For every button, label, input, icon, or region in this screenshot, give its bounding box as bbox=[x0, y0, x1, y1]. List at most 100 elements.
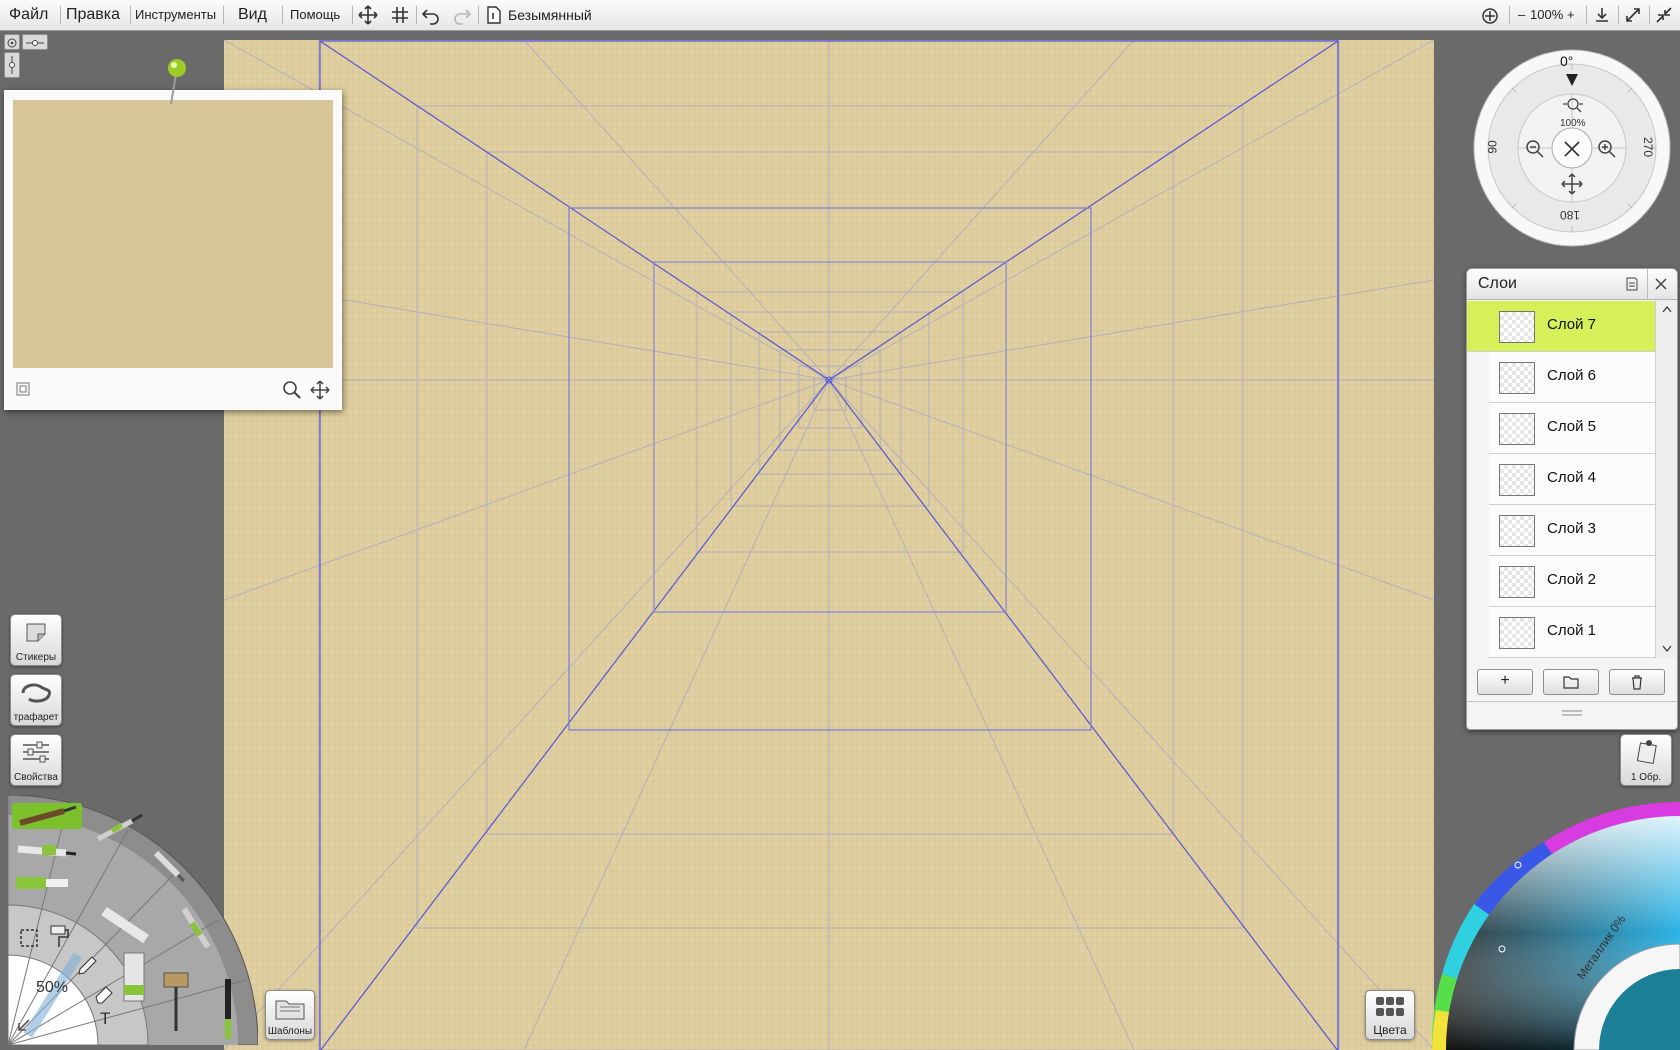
navigator-thumbnail[interactable] bbox=[13, 100, 333, 368]
menu-separator bbox=[1586, 6, 1587, 24]
vertical-slider-toggle[interactable] bbox=[4, 52, 20, 78]
resize-handle-icon[interactable] bbox=[1561, 709, 1583, 717]
fullscreen-icon[interactable] bbox=[1623, 5, 1643, 25]
palette-knife-tool[interactable] bbox=[148, 845, 188, 885]
fill-roller-icon[interactable] bbox=[48, 923, 72, 949]
slider-icon bbox=[9, 56, 15, 74]
add-layer-button[interactable]: + bbox=[1477, 669, 1533, 695]
grid-icon[interactable] bbox=[390, 5, 410, 25]
layer-thumbnail bbox=[1499, 413, 1535, 445]
collapse-arrow-icon[interactable] bbox=[14, 1015, 34, 1035]
sticker-icon bbox=[26, 623, 46, 642]
airbrush-tool[interactable] bbox=[178, 905, 218, 955]
stencils-label: трафарет bbox=[13, 712, 59, 723]
layer-name: Слой 7 bbox=[1547, 316, 1596, 333]
layer-name: Слой 5 bbox=[1547, 418, 1596, 435]
pastel-icon bbox=[101, 906, 149, 944]
menu-bar: Файл Правка Инструменты Вид Помощь Безым… bbox=[0, 0, 1680, 31]
download-icon[interactable] bbox=[1592, 5, 1612, 25]
menu-view[interactable]: Вид bbox=[238, 0, 267, 30]
navigator-panel bbox=[4, 90, 342, 410]
panel-divider bbox=[1467, 701, 1677, 702]
eraser-icon[interactable] bbox=[92, 981, 116, 1005]
color-picker[interactable]: Металлик 0% bbox=[1424, 794, 1680, 1050]
delete-layer-button[interactable] bbox=[1609, 669, 1665, 695]
layer-row[interactable]: Слой 2 bbox=[1489, 556, 1655, 607]
zoom-out-button[interactable]: – bbox=[1518, 0, 1525, 30]
pan-icon[interactable] bbox=[310, 380, 330, 400]
scroll-down-icon[interactable] bbox=[1661, 644, 1673, 654]
marker-tool[interactable] bbox=[12, 871, 82, 895]
menu-separator bbox=[478, 6, 479, 24]
watercolor-brush-tool[interactable] bbox=[92, 813, 148, 843]
rotation-right-label: 270 bbox=[1641, 136, 1656, 158]
properties-button[interactable]: Свойства bbox=[10, 734, 62, 786]
templates-button[interactable]: Шаблоны bbox=[265, 990, 315, 1040]
menu-help[interactable]: Помощь bbox=[290, 0, 340, 30]
selection-icon[interactable] bbox=[18, 927, 40, 949]
compass-icon bbox=[7, 38, 17, 48]
colors-button[interactable]: Цвета bbox=[1365, 990, 1415, 1040]
layer-row[interactable]: Слой 1 bbox=[1489, 607, 1655, 658]
knife-icon bbox=[153, 850, 186, 883]
zoom-out-icon[interactable] bbox=[1524, 138, 1546, 160]
paint-tube-tool[interactable] bbox=[114, 945, 154, 1015]
layer-thumbnail bbox=[1499, 464, 1535, 496]
zoom-in-button[interactable]: + bbox=[1567, 0, 1575, 30]
layer-thumbnail bbox=[1499, 566, 1535, 598]
folder-icon bbox=[275, 1000, 305, 1020]
drawing-canvas[interactable] bbox=[224, 40, 1434, 1050]
perspective-guide bbox=[224, 40, 1434, 1050]
close-icon[interactable] bbox=[1654, 277, 1668, 291]
redo-icon[interactable] bbox=[452, 5, 472, 25]
menu-edit[interactable]: Правка bbox=[66, 0, 120, 30]
menu-file[interactable]: Файл bbox=[9, 0, 48, 30]
layer-menu-icon[interactable] bbox=[1625, 277, 1639, 291]
sliders-icon bbox=[23, 741, 49, 763]
paintbrush-icon bbox=[19, 805, 77, 826]
rotation-bottom-label: 180 bbox=[1560, 208, 1581, 222]
layer-thumbnail bbox=[1499, 311, 1535, 343]
tracing-image-button[interactable]: 1 Обр. bbox=[1620, 734, 1672, 786]
navigator-toggle-button[interactable] bbox=[4, 34, 20, 50]
fit-zoom-icon[interactable] bbox=[1562, 96, 1584, 114]
menu-separator bbox=[130, 6, 131, 24]
layer-row[interactable]: Слой 6 bbox=[1489, 352, 1655, 403]
marker-icon bbox=[16, 877, 68, 889]
move-icon[interactable] bbox=[358, 5, 378, 25]
brush-size-value[interactable]: 50% bbox=[36, 979, 68, 997]
collapse-icon[interactable] bbox=[1654, 5, 1674, 25]
templates-label: Шаблоны bbox=[267, 1026, 313, 1037]
layer-folder-button[interactable] bbox=[1543, 669, 1599, 695]
layer-row[interactable]: Слой 7 bbox=[1467, 301, 1655, 352]
rotation-dial[interactable]: 0° 90 270 180 100% bbox=[1472, 48, 1672, 248]
layer-row[interactable]: Слой 5 bbox=[1489, 403, 1655, 454]
roller-tool[interactable] bbox=[158, 967, 198, 1037]
magnifier-icon[interactable] bbox=[282, 380, 302, 400]
pinned-note-icon bbox=[1636, 740, 1657, 764]
document-title: Безымянный bbox=[508, 7, 592, 23]
zoom-in-icon[interactable] bbox=[1596, 138, 1618, 160]
eyedropper-icon[interactable] bbox=[74, 953, 98, 979]
pen-tool[interactable] bbox=[216, 975, 240, 1043]
stickers-button[interactable]: Стикеры bbox=[10, 614, 62, 666]
pastel-tool[interactable] bbox=[98, 905, 158, 944]
pencil-tool[interactable] bbox=[12, 837, 82, 861]
small-square-icon[interactable] bbox=[16, 382, 30, 396]
horizontal-slider-toggle[interactable] bbox=[22, 34, 48, 50]
layer-name: Слой 3 bbox=[1547, 520, 1596, 537]
layers-panel-header[interactable]: Слои bbox=[1467, 269, 1677, 300]
tool-wheel: T 50% bbox=[8, 795, 258, 1045]
layers-scrollbar[interactable] bbox=[1655, 300, 1677, 658]
scroll-up-icon[interactable] bbox=[1661, 304, 1673, 314]
stencils-button[interactable]: трафарет bbox=[10, 674, 62, 726]
text-tool[interactable]: T bbox=[100, 1009, 110, 1029]
rotate-canvas-icon[interactable] bbox=[1480, 5, 1500, 25]
menu-tools[interactable]: Инструменты bbox=[135, 0, 216, 30]
watercolor-brush-icon bbox=[96, 813, 143, 842]
undo-icon[interactable] bbox=[421, 5, 441, 25]
layer-row[interactable]: Слой 3 bbox=[1489, 505, 1655, 556]
layer-row[interactable]: Слой 4 bbox=[1489, 454, 1655, 505]
move-icon[interactable] bbox=[1561, 173, 1583, 195]
brush-tool[interactable] bbox=[12, 803, 82, 829]
